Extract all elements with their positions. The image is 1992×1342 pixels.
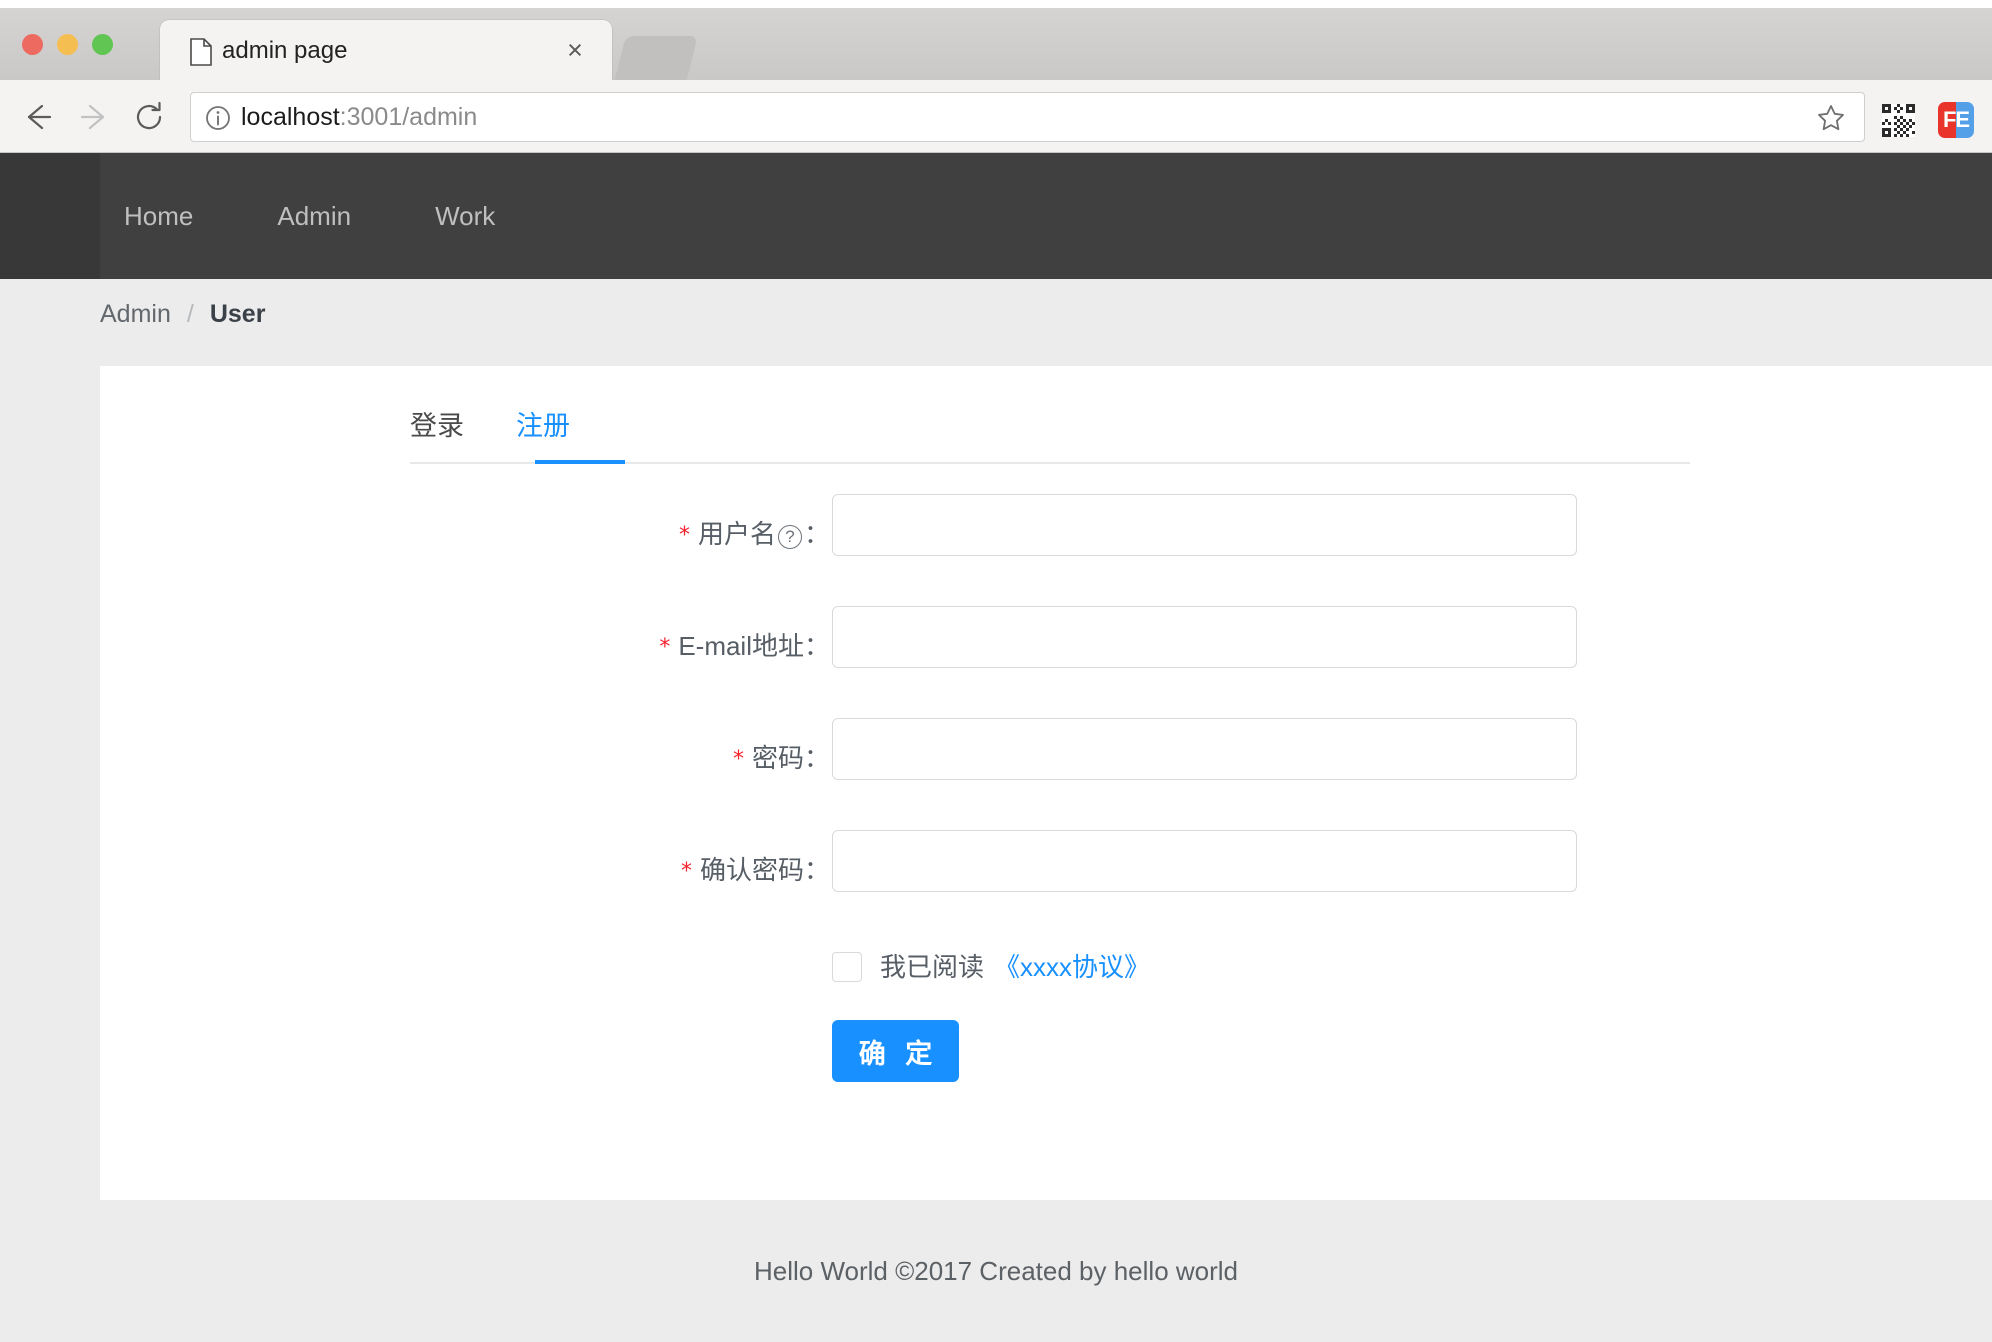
agreement-link[interactable]: 《xxxx协议》 bbox=[994, 952, 1150, 982]
agreement-text: 我已阅读 bbox=[880, 952, 985, 982]
browser-toolbar: localhost:3001/admin FE bbox=[0, 80, 1992, 153]
label-username-text: 用户名 bbox=[697, 519, 776, 549]
label-username-colon: ： bbox=[803, 519, 830, 549]
required-marker: * bbox=[678, 523, 690, 549]
form-row-username: * 用户名?： bbox=[100, 494, 1992, 606]
nav-item-admin[interactable]: Admin bbox=[253, 201, 375, 232]
label-email-colon: ： bbox=[803, 631, 830, 661]
tab-login[interactable]: 登录 bbox=[410, 396, 464, 465]
qr-code-icon[interactable] bbox=[1882, 104, 1915, 137]
forward-arrow-icon[interactable] bbox=[72, 94, 118, 140]
reload-icon[interactable] bbox=[126, 94, 172, 140]
address-bar-host: localhost bbox=[241, 103, 340, 131]
label-password-text: 密码 bbox=[751, 743, 804, 773]
site-nav-menu: Home Admin Work bbox=[100, 153, 555, 279]
email-input[interactable] bbox=[832, 606, 1577, 668]
window-traffic-lights bbox=[22, 34, 113, 55]
label-confirm-password-colon: ： bbox=[803, 855, 830, 885]
required-marker: * bbox=[680, 859, 692, 885]
submit-button[interactable]: 确 定 bbox=[832, 1020, 959, 1082]
address-bar-url: localhost:3001/admin bbox=[241, 93, 477, 141]
tab-register[interactable]: 注册 bbox=[516, 396, 570, 465]
nav-item-home[interactable]: Home bbox=[100, 201, 217, 232]
label-email-text: E-mail地址 bbox=[678, 631, 804, 661]
username-input[interactable] bbox=[832, 494, 1577, 556]
register-form: * 用户名?： * E-mail地址： * 密码： * 确认密码： 我已阅读 《… bbox=[100, 494, 1992, 1110]
form-row-email: * E-mail地址： bbox=[100, 606, 1992, 718]
close-window-button[interactable] bbox=[22, 34, 43, 55]
breadcrumb-item-admin[interactable]: Admin bbox=[100, 300, 171, 329]
fe-extension-label: FE bbox=[1942, 107, 1970, 132]
form-row-password: * 密码： bbox=[100, 718, 1992, 830]
form-row-submit: 确 定 bbox=[100, 1020, 1992, 1110]
page-footer: Hello World ©2017 Created by hello world bbox=[0, 1200, 1992, 1342]
new-tab-button[interactable] bbox=[614, 36, 698, 82]
browser-tab[interactable]: admin page × bbox=[160, 20, 612, 82]
password-input[interactable] bbox=[832, 718, 1577, 780]
form-tabs: 登录 注册 bbox=[410, 396, 1690, 464]
minimize-window-button[interactable] bbox=[57, 34, 78, 55]
back-arrow-icon[interactable] bbox=[14, 94, 60, 140]
form-row-agreement: 我已阅读 《xxxx协议》 bbox=[100, 942, 1992, 1020]
question-circle-icon[interactable]: ? bbox=[777, 525, 802, 549]
close-icon[interactable]: × bbox=[562, 37, 588, 64]
address-bar[interactable]: localhost:3001/admin bbox=[190, 92, 1865, 142]
label-confirm-password: * 确认密码： bbox=[230, 848, 830, 894]
label-username: * 用户名?： bbox=[230, 512, 830, 558]
form-row-confirm-password: * 确认密码： bbox=[100, 830, 1992, 942]
site-navbar: Home Admin Work bbox=[0, 153, 1992, 279]
agreement-label: 我已阅读 《xxxx协议》 bbox=[880, 944, 1150, 990]
browser-tab-title: admin page bbox=[222, 37, 348, 64]
breadcrumb: Admin / User bbox=[100, 300, 265, 329]
breadcrumb-item-user: User bbox=[209, 300, 266, 328]
label-email: * E-mail地址： bbox=[230, 624, 830, 670]
page-icon bbox=[190, 38, 212, 66]
active-tab-indicator bbox=[535, 460, 625, 464]
agreement-checkbox[interactable] bbox=[832, 952, 862, 982]
required-marker: * bbox=[659, 635, 671, 661]
fe-extension-icon[interactable]: FE bbox=[1938, 102, 1974, 138]
label-password: * 密码： bbox=[230, 736, 830, 782]
star-icon[interactable] bbox=[1816, 103, 1846, 133]
label-password-colon: ： bbox=[803, 743, 830, 773]
confirm-password-input[interactable] bbox=[832, 830, 1577, 892]
maximize-window-button[interactable] bbox=[92, 34, 113, 55]
info-icon[interactable] bbox=[205, 105, 231, 131]
nav-item-work[interactable]: Work bbox=[411, 201, 519, 232]
breadcrumb-separator: / bbox=[186, 300, 194, 328]
required-marker: * bbox=[732, 747, 744, 773]
content-card: 登录 注册 * 用户名?： * E-mail地址： * 密码： * 确认密码： … bbox=[100, 366, 1992, 1200]
footer-text: Hello World ©2017 Created by hello world bbox=[753, 1255, 1239, 1286]
site-logo[interactable] bbox=[0, 153, 100, 279]
browser-window: admin page × localhost:3001/admin FE Hom… bbox=[0, 0, 1992, 1342]
address-bar-path: :3001/admin bbox=[339, 103, 478, 131]
browser-tab-strip: admin page × bbox=[0, 8, 1992, 82]
page-content: Home Admin Work Admin / User 登录 注册 * 用户名?… bbox=[0, 153, 1992, 1342]
label-confirm-password-text: 确认密码 bbox=[699, 855, 804, 885]
